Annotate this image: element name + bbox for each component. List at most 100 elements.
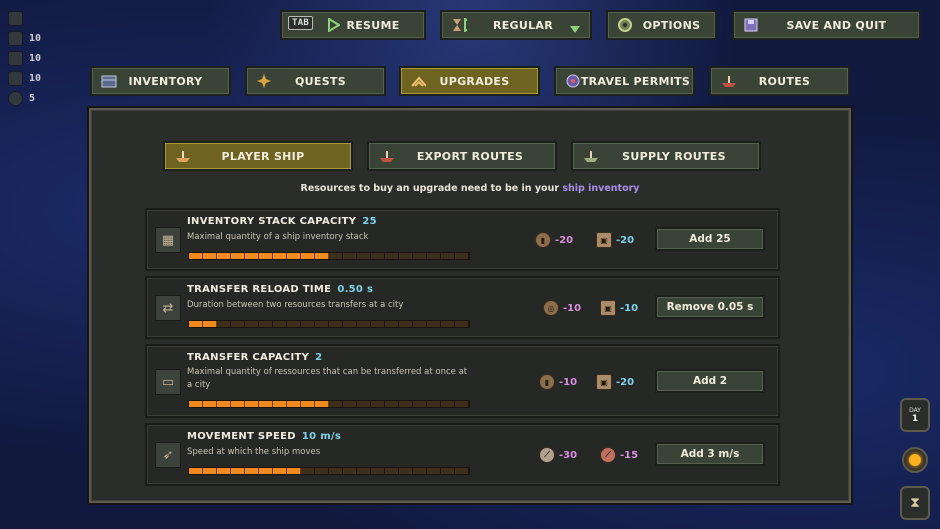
quest-icon [256, 73, 272, 89]
tab-travel-permits[interactable]: TRAVEL PERMITS [554, 66, 695, 96]
cost-item: ▮ -20 [535, 232, 573, 248]
upgrade-title-text: TRANSFER CAPACITY [187, 352, 310, 363]
speed-icon: ➶ [155, 442, 181, 468]
upgrade-icon [410, 73, 426, 89]
upgrade-title-text: TRANSFER RELOAD TIME [187, 284, 332, 295]
tab-label: ROUTES [758, 74, 811, 88]
subtab-export-routes[interactable]: EXPORT ROUTES [367, 141, 557, 171]
log-icon [8, 50, 23, 66]
upgrade-title: MOVEMENT SPEED 10 m/s [187, 431, 341, 442]
plank-icon: ⟋ [539, 447, 555, 463]
rope-icon: ⟋ [600, 447, 616, 463]
upgrade-progress-bar [188, 467, 470, 475]
subtab-label: SUPPLY ROUTES [622, 149, 726, 163]
upgrade-progress-bar [188, 320, 470, 328]
resource-value: 10 [29, 32, 42, 44]
resume-button[interactable]: TAB RESUME [280, 10, 426, 40]
upgrade-button[interactable]: Add 3 m/s [655, 442, 765, 466]
upgrade-button[interactable]: Remove 0.05 s [655, 295, 765, 319]
crate-icon [8, 30, 23, 46]
upgrade-title: TRANSFER RELOAD TIME 0.50 s [187, 284, 373, 295]
cost-item: ▣ -10 [600, 300, 638, 316]
upgrade-row-inventory-stack: ▦ INVENTORY STACK CAPACITY 25 Maximal qua… [145, 208, 780, 271]
subtab-supply-routes[interactable]: SUPPLY ROUTES [571, 141, 761, 171]
resource-list: 10 10 10 5 [8, 8, 41, 108]
upgrade-value: 0.50 s [337, 284, 374, 295]
cost-amount: -20 [555, 234, 574, 246]
capacity-icon: ▭ [155, 369, 181, 395]
transfer-icon: ⇄ [155, 295, 181, 321]
upgrade-description: Speed at which the ship moves [187, 447, 321, 457]
tab-label: UPGRADES [439, 74, 510, 88]
cost-amount: -10 [620, 302, 639, 314]
save-quit-button[interactable]: SAVE AND QUIT [732, 10, 921, 40]
cost-item: ▣ -20 [596, 232, 634, 248]
gear-icon [617, 17, 633, 33]
sun-icon[interactable] [902, 447, 928, 473]
cost-item: ◎ -10 [543, 300, 581, 316]
ship-icon [174, 148, 190, 164]
notice-highlight: ship inventory [562, 183, 640, 194]
chevron-down-icon [570, 23, 580, 36]
stack-icon: ▦ [155, 227, 181, 253]
upgrade-description: Maximal quantity of a ship inventory sta… [187, 232, 369, 242]
hourglass-play-icon [451, 17, 467, 33]
upgrade-title: TRANSFER CAPACITY 2 [187, 352, 322, 363]
upgrade-value: 25 [362, 216, 377, 227]
resource-row: 10 [8, 48, 41, 68]
tab-label: INVENTORY [128, 74, 203, 88]
upgrade-row-transfer-reload: ⇄ TRANSFER RELOAD TIME 0.50 s Duration be… [145, 276, 780, 339]
speed-dropdown[interactable]: REGULAR [440, 10, 592, 40]
upgrade-description: Maximal quantity of ressources that can … [187, 367, 468, 390]
crate-icon: ▣ [596, 232, 612, 248]
chest-icon [101, 73, 117, 89]
resource-value: 10 [29, 72, 42, 84]
upgrade-row-movement-speed: ➶ MOVEMENT SPEED 10 m/s Speed at which th… [145, 423, 780, 486]
cost-amount: -10 [559, 376, 578, 388]
tab-quests[interactable]: QUESTS [245, 66, 386, 96]
upgrade-title: INVENTORY STACK CAPACITY 25 [187, 216, 377, 227]
permit-icon [565, 73, 581, 89]
cost-amount: -20 [616, 376, 635, 388]
crate-icon: ▣ [600, 300, 616, 316]
upgrade-value: 2 [315, 352, 323, 363]
tab-key-hint: TAB [288, 16, 314, 30]
resource-row [8, 8, 41, 28]
tab-inventory[interactable]: INVENTORY [90, 66, 231, 96]
resource-value: 5 [29, 92, 36, 104]
upgrade-button[interactable]: Add 2 [655, 369, 765, 393]
day-value: 1 [911, 413, 919, 424]
resource-row: 10 [8, 68, 41, 88]
save-icon [743, 17, 759, 33]
tab-routes[interactable]: ROUTES [709, 66, 850, 96]
crate-icon: ▣ [596, 374, 612, 390]
cost-item: ⟋ -30 [539, 447, 577, 463]
route-icon [720, 73, 736, 89]
resource-row: 10 [8, 28, 41, 48]
cost-item: ⟋ -15 [600, 447, 638, 463]
coin-icon [8, 90, 23, 106]
resume-label: RESUME [346, 18, 400, 32]
options-button[interactable]: OPTIONS [606, 10, 717, 40]
subtab-player-ship[interactable]: PLAYER SHIP [163, 141, 353, 171]
upgrade-button[interactable]: Add 25 [655, 227, 765, 251]
notice-text: Resources to buy an upgrade need to be i… [300, 183, 563, 194]
subtab-label: EXPORT ROUTES [416, 149, 524, 163]
day-label: DAY [909, 406, 921, 414]
tab-upgrades[interactable]: UPGRADES [399, 66, 540, 96]
barrel-icon [8, 70, 23, 86]
cost-amount: -20 [616, 234, 635, 246]
upgrade-notice: Resources to buy an upgrade need to be i… [0, 183, 940, 194]
upgrade-value: 10 m/s [301, 431, 342, 442]
cost-amount: -15 [620, 449, 639, 461]
tab-label: QUESTS [295, 74, 346, 88]
options-label: OPTIONS [642, 18, 701, 32]
pickaxe-icon [8, 10, 23, 26]
supply-ship-icon [582, 148, 598, 164]
cost-item: ▣ -20 [596, 374, 634, 390]
hourglass-icon[interactable]: ⧗ [900, 486, 930, 520]
resource-value: 10 [29, 52, 42, 64]
play-icon [326, 17, 342, 33]
upgrade-description: Duration between two resources transfers… [187, 300, 404, 310]
barrel-icon: ▮ [539, 374, 555, 390]
